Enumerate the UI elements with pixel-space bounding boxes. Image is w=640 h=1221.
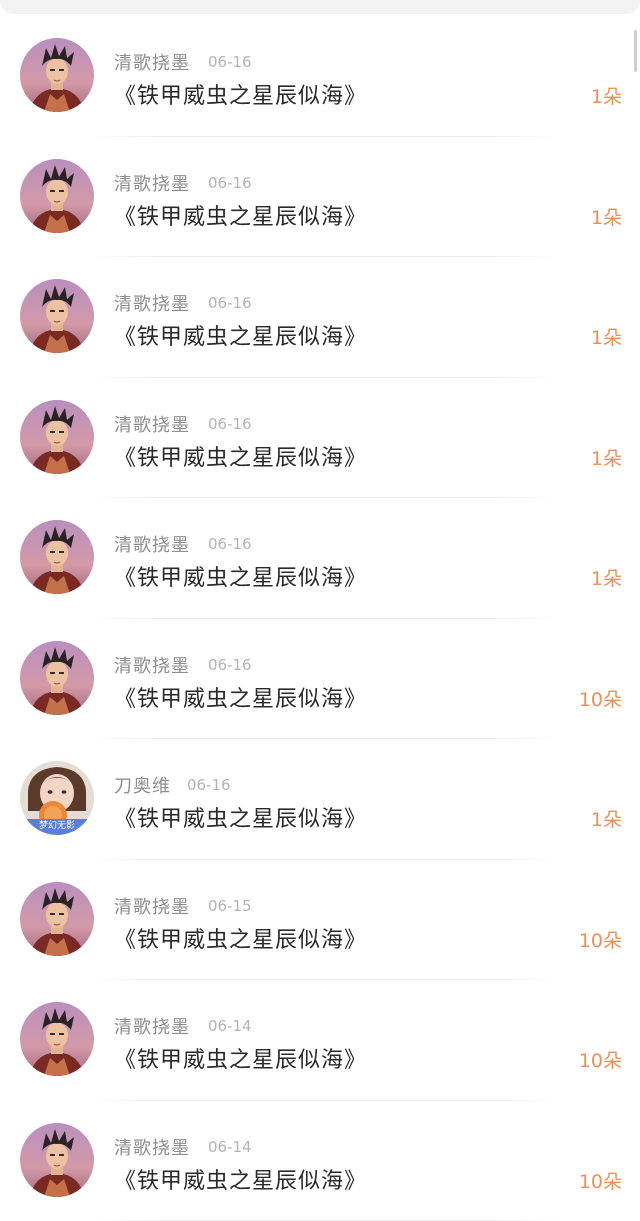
- comment-date: 06-14: [208, 1137, 252, 1156]
- user-avatar[interactable]: [20, 279, 94, 353]
- comment-meta: 清歌挠墨 06-16: [114, 171, 252, 195]
- book-title[interactable]: 《铁甲威虫之星辰似海》: [114, 1163, 367, 1195]
- flower-count: 10朵: [578, 1050, 622, 1072]
- comment-row[interactable]: 清歌挠墨 06-16 《铁甲威虫之星辰似海》 1朵: [0, 137, 640, 257]
- username[interactable]: 清歌挠墨: [114, 531, 190, 557]
- comment-date: 06-14: [208, 1017, 252, 1035]
- user-avatar[interactable]: [20, 1122, 94, 1197]
- comment-row[interactable]: 清歌挠墨 06-14 《铁甲威虫之星辰似海》 10朵: [0, 980, 640, 1101]
- user-avatar[interactable]: [20, 520, 94, 594]
- username[interactable]: 清歌挠墨: [114, 1134, 190, 1160]
- user-avatar[interactable]: [20, 881, 94, 956]
- comment-date: 06-15: [208, 896, 252, 915]
- book-title[interactable]: 《铁甲威虫之星辰似海》: [114, 319, 367, 351]
- comment-row[interactable]: 清歌挠墨 06-14 《铁甲威虫之星辰似海》 10朵: [0, 1101, 640, 1221]
- flower-count: 10朵: [578, 929, 622, 952]
- username[interactable]: 清歌挠墨: [114, 411, 190, 437]
- user-avatar[interactable]: [20, 1002, 94, 1076]
- comment-date: 06-16: [208, 414, 252, 433]
- book-title[interactable]: 《铁甲威虫之星辰似海》: [114, 922, 367, 954]
- flower-count: 1朵: [590, 568, 622, 590]
- user-avatar[interactable]: [20, 38, 94, 112]
- comment-list: 清歌挠墨 06-16 《铁甲威虫之星辰似海》 1朵 清歌挠墨 06-16 《铁甲威虫之星辰…: [0, 16, 640, 1221]
- username[interactable]: 清歌挠墨: [114, 652, 190, 678]
- comment-date: 06-16: [208, 173, 252, 192]
- comment-date: 06-16: [208, 655, 252, 674]
- comment-date: 06-16: [187, 776, 231, 794]
- flower-count: 1朵: [590, 86, 622, 108]
- comment-row[interactable]: 清歌挠墨 06-16 《铁甲威虫之星辰似海》 1朵: [0, 257, 640, 378]
- book-title[interactable]: 《铁甲威虫之星辰似海》: [114, 440, 367, 472]
- book-title[interactable]: 《铁甲威虫之星辰似海》: [114, 560, 367, 592]
- username[interactable]: 清歌挠墨: [114, 893, 190, 919]
- comment-meta: 清歌挠墨 06-16: [114, 50, 252, 74]
- flower-count: 10朵: [578, 1170, 622, 1193]
- username[interactable]: 刀奥维: [114, 772, 171, 798]
- book-title[interactable]: 《铁甲威虫之星辰似海》: [114, 199, 367, 231]
- comment-row[interactable]: 清歌挠墨 06-15 《铁甲威虫之星辰似海》 10朵: [0, 860, 640, 980]
- username[interactable]: 清歌挠墨: [114, 1013, 190, 1039]
- comment-row[interactable]: 清歌挠墨 06-16 《铁甲威虫之星辰似海》 1朵: [0, 16, 640, 137]
- comment-row[interactable]: 清歌挠墨 06-16 《铁甲威虫之星辰似海》 10朵: [0, 619, 640, 739]
- book-title[interactable]: 《铁甲威虫之星辰似海》: [114, 78, 367, 110]
- user-avatar[interactable]: [20, 399, 94, 474]
- top-panel-edge: [0, 0, 640, 14]
- comment-row[interactable]: 清歌挠墨 06-16 《铁甲威虫之星辰似海》 1朵: [0, 498, 640, 619]
- comment-meta: 清歌挠墨 06-14: [114, 1135, 252, 1159]
- comment-meta: 清歌挠墨 06-14: [114, 1014, 252, 1038]
- comment-meta: 清歌挠墨 06-16: [114, 532, 252, 556]
- comment-meta: 清歌挠墨 06-15: [114, 894, 252, 918]
- comment-row[interactable]: 清歌挠墨 06-16 《铁甲威虫之星辰似海》 1朵: [0, 378, 640, 498]
- user-avatar[interactable]: [20, 158, 94, 233]
- username[interactable]: 清歌挠墨: [114, 49, 190, 75]
- flower-count: 10朵: [578, 688, 622, 711]
- flower-count: 1朵: [590, 447, 622, 470]
- book-title[interactable]: 《铁甲威虫之星辰似海》: [114, 1042, 367, 1074]
- flower-count: 1朵: [590, 809, 622, 831]
- flower-count: 1朵: [590, 206, 622, 229]
- user-avatar[interactable]: [20, 640, 94, 715]
- comment-date: 06-16: [208, 53, 252, 71]
- comment-meta: 清歌挠墨 06-16: [114, 291, 252, 315]
- flower-count: 1朵: [590, 327, 622, 349]
- book-title[interactable]: 《铁甲威虫之星辰似海》: [114, 681, 367, 713]
- comment-meta: 清歌挠墨 06-16: [114, 412, 252, 436]
- book-title[interactable]: 《铁甲威虫之星辰似海》: [114, 801, 367, 833]
- avatar-caption: 梦幻无影: [38, 821, 75, 831]
- comment-row[interactable]: 梦幻无影 刀奥维 06-16 《铁甲威虫之星辰似海》 1朵: [0, 739, 640, 860]
- username[interactable]: 清歌挠墨: [114, 290, 190, 316]
- comment-meta: 刀奥维 06-16: [114, 773, 231, 797]
- user-avatar[interactable]: 梦幻无影: [20, 761, 94, 835]
- comment-date: 06-16: [208, 294, 252, 312]
- comment-meta: 清歌挠墨 06-16: [114, 653, 252, 677]
- comment-date: 06-16: [208, 535, 252, 553]
- username[interactable]: 清歌挠墨: [114, 170, 190, 196]
